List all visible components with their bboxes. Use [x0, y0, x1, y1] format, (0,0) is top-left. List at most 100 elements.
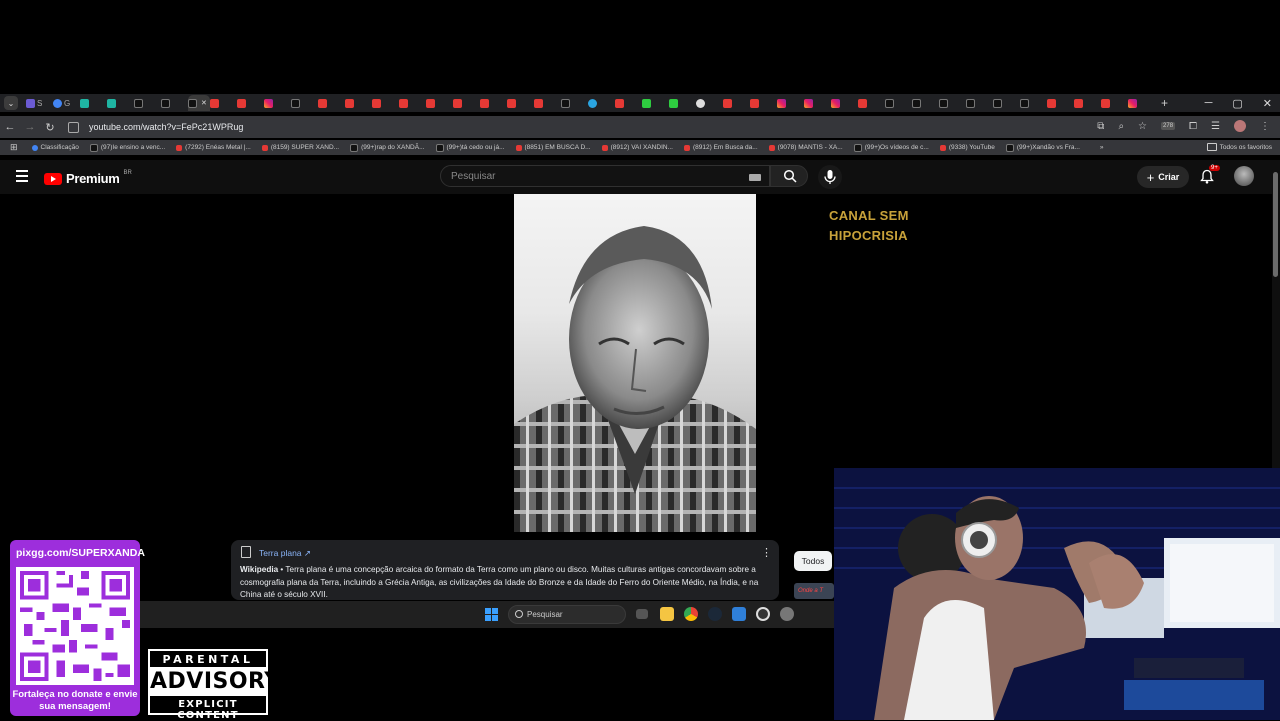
- browser-tab[interactable]: ✕: [188, 95, 210, 111]
- bookmark-item[interactable]: (9078) MANTIS - XA...: [768, 144, 843, 152]
- browser-tab[interactable]: G: [53, 95, 80, 111]
- browser-tab[interactable]: [1047, 95, 1074, 111]
- taskbar-search-input[interactable]: Pesquisar: [508, 605, 626, 624]
- browser-tab[interactable]: [777, 95, 804, 111]
- browser-tab[interactable]: [291, 95, 318, 111]
- browser-tab[interactable]: [615, 95, 642, 111]
- bookmark-item[interactable]: (99+)Os vídeos de c...: [853, 143, 929, 152]
- tab-search-dropdown-icon[interactable]: ⌄: [4, 96, 18, 110]
- bookmark-item[interactable]: Classificação: [31, 144, 79, 152]
- browser-tab[interactable]: [345, 95, 372, 111]
- new-tab-icon[interactable]: +: [1161, 96, 1168, 110]
- hamburger-menu-icon[interactable]: [16, 170, 28, 182]
- browser-tab[interactable]: [1128, 95, 1155, 111]
- browser-tab[interactable]: [399, 95, 426, 111]
- browser-tab[interactable]: [588, 95, 615, 111]
- todos-filter-button[interactable]: Todos: [794, 551, 832, 571]
- browser-tab[interactable]: [161, 95, 188, 111]
- file-explorer-icon[interactable]: [660, 607, 674, 621]
- bookmark-item[interactable]: (99+)Xandão vs Fra...: [1005, 143, 1080, 152]
- apps-grid-icon[interactable]: ⊞: [10, 142, 18, 153]
- bookmark-item[interactable]: (9338) YouTube: [939, 144, 995, 152]
- steam-icon[interactable]: [708, 607, 722, 621]
- bookmark-item[interactable]: (99+)rap do XANDÃ...: [350, 143, 425, 152]
- bookmark-item[interactable]: (99+)tá cedo ou já...: [435, 143, 505, 152]
- profile-avatar[interactable]: [1234, 120, 1246, 132]
- browser-tab[interactable]: [107, 95, 134, 111]
- browser-tab[interactable]: [426, 95, 453, 111]
- browser-tab[interactable]: [453, 95, 480, 111]
- windows-start-icon[interactable]: [485, 608, 498, 621]
- notifications-bell-icon[interactable]: 9+: [1200, 165, 1220, 185]
- media-icon[interactable]: ☰: [1211, 121, 1220, 132]
- browser-tab[interactable]: S: [26, 95, 53, 111]
- result-thumbnail[interactable]: Onde a T: [794, 583, 834, 599]
- account-avatar[interactable]: [1234, 166, 1254, 186]
- scrollbar-thumb[interactable]: [1273, 172, 1278, 277]
- youtube-premium-logo[interactable]: Premium BR: [44, 170, 132, 186]
- card-more-icon[interactable]: ⋮: [761, 546, 772, 559]
- browser-tab[interactable]: [858, 95, 885, 111]
- minimize-icon[interactable]: ─: [1205, 97, 1213, 109]
- browser-tab[interactable]: [1020, 95, 1047, 111]
- close-window-icon[interactable]: ✕: [1263, 97, 1272, 110]
- browser-tab[interactable]: [885, 95, 912, 111]
- bookmark-item[interactable]: (8851) EM BUSCA D...: [515, 144, 591, 152]
- browser-tab[interactable]: [1074, 95, 1101, 111]
- browser-tab[interactable]: [210, 95, 237, 111]
- browser-tab[interactable]: [237, 95, 264, 111]
- maximize-icon[interactable]: ▢: [1232, 97, 1242, 110]
- browser-tab[interactable]: [318, 95, 345, 111]
- task-view-icon[interactable]: [636, 609, 648, 619]
- search-input[interactable]: Pesquisar: [440, 165, 770, 187]
- bookmark-item[interactable]: (97)Ie ensino a venc...: [89, 143, 165, 152]
- voice-search-button[interactable]: [818, 165, 842, 189]
- bookmark-item[interactable]: (8912) Em Busca da...: [683, 144, 758, 152]
- browser-tab[interactable]: [642, 95, 669, 111]
- browser-tab[interactable]: [696, 95, 723, 111]
- more-menu-icon[interactable]: ⋮: [1260, 121, 1270, 132]
- chrome-icon[interactable]: [684, 607, 698, 621]
- settings-icon[interactable]: [780, 607, 794, 621]
- browser-tab[interactable]: [264, 95, 291, 111]
- back-icon[interactable]: ←: [0, 121, 20, 133]
- browser-tab[interactable]: [1101, 95, 1128, 111]
- keyboard-icon[interactable]: [749, 174, 761, 181]
- browser-tab[interactable]: [507, 95, 534, 111]
- browser-tab[interactable]: [669, 95, 696, 111]
- bookmark-star-icon[interactable]: ☆: [1138, 121, 1147, 132]
- reload-icon[interactable]: ↻: [40, 121, 60, 134]
- browser-tab[interactable]: [750, 95, 777, 111]
- extension-badge[interactable]: 278: [1161, 122, 1176, 130]
- terra-plana-link[interactable]: Terra plana ↗: [259, 548, 311, 559]
- browser-tab[interactable]: [80, 95, 107, 111]
- forward-icon[interactable]: →: [20, 121, 40, 133]
- browser-tab[interactable]: [804, 95, 831, 111]
- create-button[interactable]: + Criar: [1137, 166, 1189, 188]
- browser-tab[interactable]: [912, 95, 939, 111]
- bookmark-item[interactable]: (7292) Enéas Metal |...: [176, 144, 251, 152]
- search-button[interactable]: [770, 165, 808, 187]
- browser-tab[interactable]: [134, 95, 161, 111]
- browser-tab[interactable]: [480, 95, 507, 111]
- browser-tab[interactable]: [534, 95, 561, 111]
- url-field[interactable]: youtube.com/watch?v=FePc21WPRug: [89, 122, 243, 132]
- extensions-icon[interactable]: ⧠: [1189, 121, 1197, 132]
- site-info-icon[interactable]: [68, 121, 79, 133]
- bookmarks-overflow-icon[interactable]: »: [1100, 144, 1104, 151]
- obs-icon[interactable]: [756, 607, 770, 621]
- browser-tab[interactable]: [939, 95, 966, 111]
- all-bookmarks-folder[interactable]: Todos os favoritos: [1206, 143, 1272, 151]
- browser-tab[interactable]: [723, 95, 750, 111]
- bookmark-item[interactable]: (8912) VAI XANDIN...: [601, 144, 673, 152]
- browser-tab[interactable]: [561, 95, 588, 111]
- install-app-icon[interactable]: ⧉: [1097, 121, 1104, 132]
- zoom-icon[interactable]: ⌕: [1118, 121, 1124, 132]
- browser-tab[interactable]: [993, 95, 1020, 111]
- app-icon[interactable]: [732, 607, 746, 621]
- bookmark-item[interactable]: (8159) SUPER XAND...: [261, 144, 339, 152]
- close-tab-icon[interactable]: ✕: [201, 99, 207, 107]
- browser-tab[interactable]: [966, 95, 993, 111]
- browser-tab[interactable]: [372, 95, 399, 111]
- browser-tab[interactable]: [831, 95, 858, 111]
